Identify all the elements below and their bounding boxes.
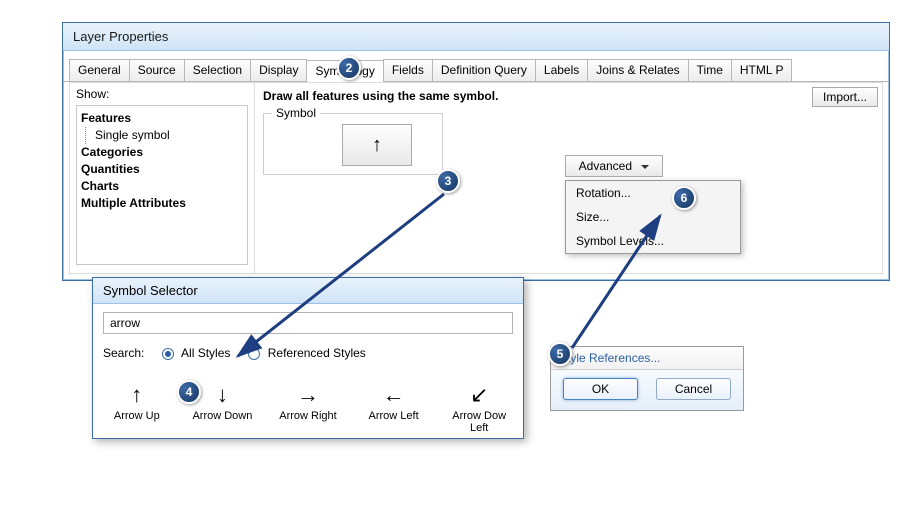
tab-definition-query[interactable]: Definition Query — [432, 59, 536, 81]
all-styles-label: All Styles — [181, 346, 230, 360]
search-label: Search: — [103, 346, 144, 360]
symbol-label: Arrow Left — [360, 410, 428, 422]
tree-multiple-attributes[interactable]: Multiple Attributes — [81, 195, 243, 212]
tab-time[interactable]: Time — [688, 59, 732, 81]
symbol-search-input[interactable] — [103, 312, 513, 334]
referenced-styles-label: Referenced Styles — [268, 346, 366, 360]
referenced-styles-radio[interactable]: Referenced Styles — [248, 346, 365, 360]
style-references-link[interactable]: Style References... — [559, 351, 660, 365]
tree-quantities[interactable]: Quantities — [81, 161, 243, 178]
symbol-swatch[interactable]: ↑ — [342, 124, 412, 166]
advanced-button-label: Advanced — [579, 159, 632, 173]
symbol-label: Arrow Up — [103, 410, 171, 422]
tree-single-symbol[interactable]: Single symbol — [81, 127, 243, 144]
advanced-menu-rotation[interactable]: Rotation... — [566, 181, 740, 205]
arrow-left-icon: ← — [360, 382, 428, 410]
callout-badge-4: 4 — [177, 380, 201, 404]
tab-fields[interactable]: Fields — [383, 59, 433, 81]
tab-selection[interactable]: Selection — [184, 59, 251, 81]
advanced-menu: Rotation... Size... Symbol Levels... — [565, 180, 741, 254]
arrow-right-icon: → — [274, 382, 342, 410]
radio-unchecked-icon — [248, 348, 260, 360]
tab-joins-relates[interactable]: Joins & Relates — [587, 59, 688, 81]
arrow-down-left-icon: ↙ — [445, 382, 513, 410]
tab-source[interactable]: Source — [129, 59, 185, 81]
symbol-item-arrow-right[interactable]: → Arrow Right — [274, 382, 342, 434]
layer-properties-title: Layer Properties — [63, 23, 889, 51]
symbology-panel: Show: Features Single symbol Categories … — [69, 82, 883, 274]
symbol-group: Symbol ↑ — [263, 113, 443, 175]
layer-properties-tabs: General Source Selection Display Symbolo… — [63, 51, 889, 82]
tree-charts[interactable]: Charts — [81, 178, 243, 195]
radio-checked-icon — [162, 348, 174, 360]
tab-labels[interactable]: Labels — [535, 59, 588, 81]
symbology-heading: Draw all features using the same symbol. — [263, 89, 874, 103]
tab-display[interactable]: Display — [250, 59, 307, 81]
arrow-up-icon: ↑ — [372, 135, 382, 155]
callout-badge-5: 5 — [548, 342, 572, 366]
callout-badge-2: 2 — [337, 56, 361, 80]
callout-badge-6: 6 — [672, 186, 696, 210]
import-button[interactable]: Import... — [812, 87, 878, 107]
symbol-item-arrow-left[interactable]: ← Arrow Left — [360, 382, 428, 434]
advanced-button[interactable]: Advanced — [565, 155, 663, 177]
symbol-item-arrow-down-left[interactable]: ↙ Arrow Dow Left — [445, 382, 513, 434]
cancel-button[interactable]: Cancel — [656, 378, 731, 400]
symbol-label: Arrow Right — [274, 410, 342, 422]
show-label: Show: — [76, 87, 248, 101]
symbol-group-label: Symbol — [272, 106, 320, 120]
all-styles-radio[interactable]: All Styles — [162, 346, 230, 360]
advanced-menu-size[interactable]: Size... — [566, 205, 740, 229]
symbol-label: Arrow Dow Left — [445, 410, 513, 434]
advanced-menu-symbol-levels[interactable]: Symbol Levels... — [566, 229, 740, 253]
style-references-panel: Style References... OK Cancel — [550, 346, 744, 411]
ok-button[interactable]: OK — [563, 378, 638, 400]
tab-general[interactable]: General — [69, 59, 130, 81]
tab-html-popup[interactable]: HTML P — [731, 59, 793, 81]
tree-features[interactable]: Features — [81, 110, 243, 127]
show-panel: Show: Features Single symbol Categories … — [70, 83, 255, 273]
arrow-up-icon: ↑ — [103, 382, 171, 410]
symbol-selector-title: Symbol Selector — [93, 278, 523, 304]
tree-categories[interactable]: Categories — [81, 144, 243, 161]
callout-badge-3: 3 — [436, 169, 460, 193]
layer-properties-window: Layer Properties General Source Selectio… — [62, 22, 890, 281]
symbol-item-arrow-up[interactable]: ↑ Arrow Up — [103, 382, 171, 434]
symbol-gallery: ↑ Arrow Up ↓ Arrow Down → Arrow Right ← … — [103, 378, 513, 434]
symbol-label: Arrow Down — [189, 410, 257, 422]
symbol-selector-window: Symbol Selector Search: All Styles Refer… — [92, 277, 524, 439]
symbology-tree: Features Single symbol Categories Quanti… — [76, 105, 248, 265]
